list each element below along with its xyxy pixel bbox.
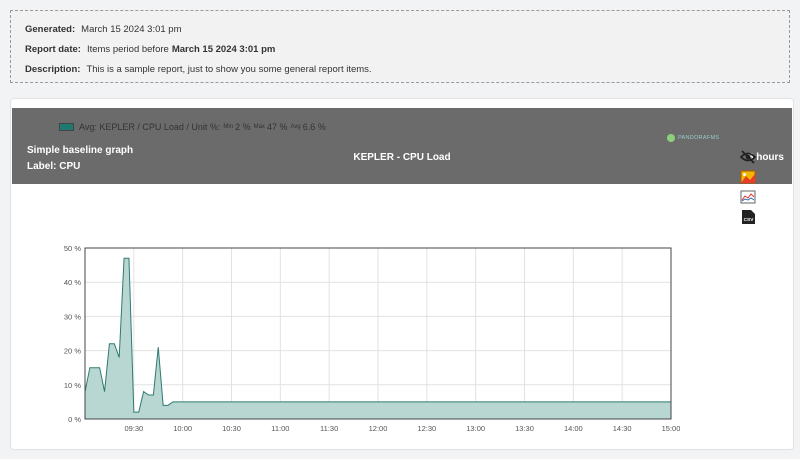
hide-icon[interactable] xyxy=(740,150,756,164)
legend-max-label: Max xyxy=(253,124,265,130)
meta-generated-row: Generated: March 15 2024 3:01 pm xyxy=(25,20,775,40)
legend-avg-value: 6.6 % xyxy=(302,122,326,132)
brand-text: PANDORAFMS xyxy=(678,135,720,141)
x-tick-label: 15:00 xyxy=(662,424,680,433)
y-tick-label: 30 % xyxy=(64,312,81,321)
csv-export-icon[interactable]: CSV xyxy=(740,210,756,224)
x-tick-label: 09:30 xyxy=(124,424,143,433)
generated-label: Generated: xyxy=(25,24,76,35)
legend-series-name: Avg: KEPLER / CPU Load / Unit %: xyxy=(79,122,221,132)
x-tick-label: 13:00 xyxy=(466,424,485,433)
x-tick-label: 12:30 xyxy=(417,424,436,433)
image-export-icon[interactable] xyxy=(740,170,756,184)
csv-icon-label: CSV xyxy=(744,217,755,223)
x-tick-label: 14:00 xyxy=(564,424,583,433)
x-tick-label: 10:00 xyxy=(173,424,192,433)
report-date-value: March 15 2024 3:01 pm xyxy=(171,44,276,55)
generated-value: March 15 2024 3:01 pm xyxy=(81,24,182,35)
graph-compare-icon[interactable] xyxy=(740,190,756,204)
x-tick-label: 13:30 xyxy=(515,424,534,433)
x-tick-label: 12:00 xyxy=(369,424,388,433)
legend-max-value: 47 % xyxy=(266,122,288,132)
y-tick-label: 10 % xyxy=(64,381,81,390)
y-tick-label: 20 % xyxy=(64,347,81,356)
legend-avg-label: Avg xyxy=(290,124,301,130)
x-tick-label: 11:00 xyxy=(271,424,289,433)
y-tick-label: 0 % xyxy=(68,415,81,424)
cpu-load-chart: 0 % 10 % 20 % 30 % 40 % 50 % 09:30 10:00 10:30 11… xyxy=(64,244,680,433)
report-date-prefix: Items period before xyxy=(86,44,169,55)
report-date-label: Report date: xyxy=(25,44,81,55)
legend-min-value: 2 % xyxy=(235,122,251,132)
meta-description-row: Description: This is a sample report, ju… xyxy=(25,60,775,80)
description-value: This is a sample report, just to show yo… xyxy=(86,64,372,75)
chart-toolbar: CSV xyxy=(740,150,756,230)
y-tick-label: 50 % xyxy=(64,244,81,253)
legend-min-label: Min xyxy=(223,124,234,130)
brand-logo-icon xyxy=(667,134,675,142)
report-meta-box: Generated: March 15 2024 3:01 pm Report … xyxy=(10,10,790,83)
description-label: Description: xyxy=(25,64,81,75)
meta-report-date-row: Report date: Items period before March 1… xyxy=(25,40,775,60)
x-tick-label: 11:30 xyxy=(320,424,338,433)
legend-swatch xyxy=(59,123,74,131)
chart-legend[interactable]: Avg: KEPLER / CPU Load / Unit %: Min 2 %… xyxy=(59,122,326,132)
y-tick-label: 40 % xyxy=(64,278,81,287)
pandora-brand-watermark: PANDORAFMS xyxy=(667,134,719,142)
x-tick-label: 10:30 xyxy=(222,424,241,433)
x-tick-label: 14:30 xyxy=(613,424,632,433)
